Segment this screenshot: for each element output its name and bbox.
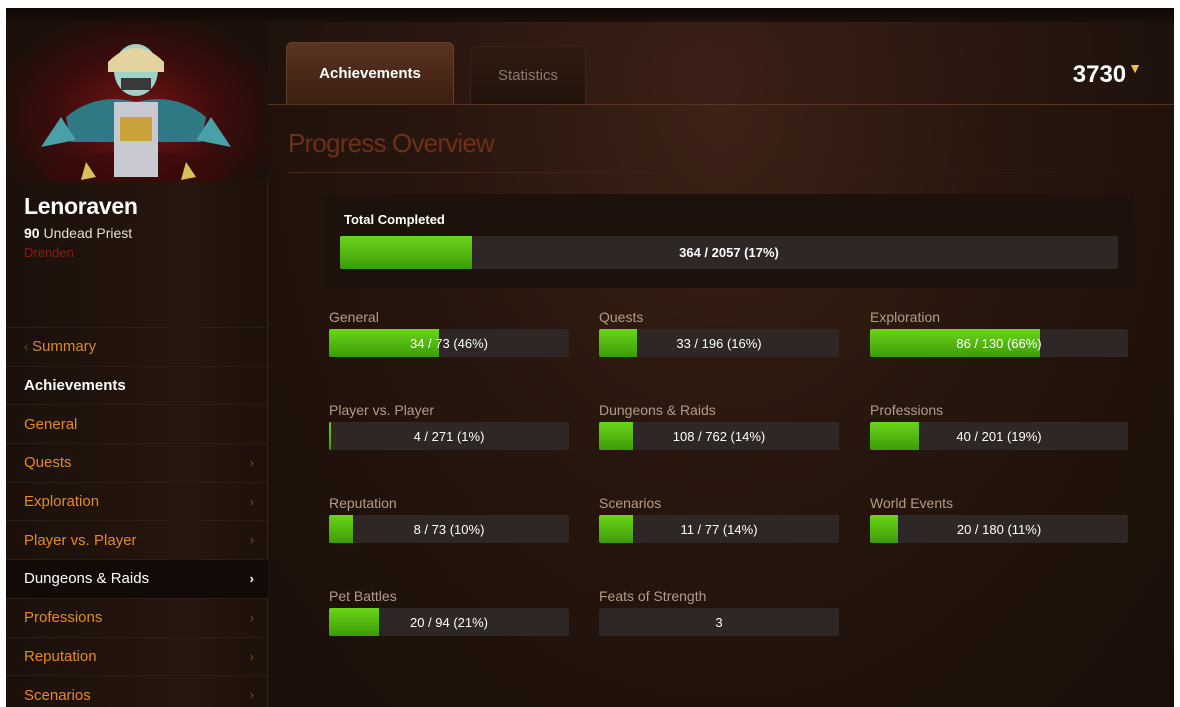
- category-label: Player vs. Player: [329, 402, 435, 418]
- sidebar: Lenoraven 90 Undead Priest Drenden ‹ Sum…: [6, 22, 268, 707]
- sidebar-item-label: Exploration: [24, 493, 100, 511]
- chevron-right-icon: ›: [249, 493, 254, 509]
- category-label: Scenarios: [599, 495, 662, 511]
- category-progress-bar: 4 / 271 (1%): [329, 422, 569, 450]
- sidebar-item-summary[interactable]: ‹ Summary: [6, 327, 268, 366]
- sidebar-item-dungeons-raids[interactable]: Dungeons & Raids ›: [6, 559, 268, 598]
- category-progress-bar: 34 / 73 (46%): [329, 329, 569, 357]
- progress-text: 33 / 196 (16%): [676, 335, 762, 351]
- character-portrait-icon: [41, 44, 231, 182]
- sidebar-item-player-vs-player[interactable]: Player vs. Player ›: [6, 520, 268, 559]
- category-label: Feats of Strength: [599, 588, 707, 604]
- sidebar-item-quests[interactable]: Quests ›: [6, 443, 268, 482]
- chevron-right-icon: ›: [249, 571, 254, 587]
- chevron-right-icon: ›: [249, 609, 254, 625]
- category-general[interactable]: General 34 / 73 (46%): [329, 309, 571, 369]
- sidebar-item-achievements[interactable]: Achievements: [6, 365, 268, 405]
- progress-text: 8 / 73 (10%): [413, 521, 485, 537]
- total-progress-bar[interactable]: 364 / 2057 (17%): [340, 236, 1118, 269]
- sidebar-item-exploration[interactable]: Exploration ›: [6, 481, 268, 521]
- category-progress-bar: 20 / 180 (11%): [870, 515, 1128, 543]
- chevron-right-icon: ›: [249, 648, 254, 664]
- category-progress-bar: 108 / 762 (14%): [599, 422, 839, 450]
- sidebar-item-label: Summary: [32, 338, 97, 356]
- top-strip: [6, 8, 1174, 22]
- character-level: 90: [24, 225, 40, 241]
- progress-text: 20 / 180 (11%): [956, 521, 1042, 537]
- sidebar-item-label: Achievements: [24, 377, 126, 395]
- category-reputation[interactable]: Reputation 8 / 73 (10%): [329, 495, 571, 555]
- progress-text: 34 / 73 (46%): [409, 335, 489, 351]
- total-completed-panel: Total Completed 364 / 2057 (17%): [324, 194, 1134, 288]
- sidebar-item-label: Reputation: [24, 647, 97, 665]
- character-name: Lenoraven: [24, 193, 138, 219]
- divider: [288, 172, 1118, 173]
- category-dungeons-raids[interactable]: Dungeons & Raids 108 / 762 (14%): [599, 402, 841, 462]
- sidebar-item-label: General: [24, 415, 78, 433]
- category-label: Exploration: [870, 309, 941, 325]
- category-progress-bar: 40 / 201 (19%): [870, 422, 1128, 450]
- category-exploration[interactable]: Exploration 86 / 130 (66%): [870, 309, 1128, 369]
- achievement-points: 3730 ▼: [1073, 60, 1142, 89]
- sidebar-item-professions[interactable]: Professions ›: [6, 597, 268, 637]
- category-label: World Events: [870, 495, 953, 511]
- shield-icon: ▼: [1128, 60, 1142, 76]
- category-label: Dungeons & Raids: [599, 402, 716, 418]
- category-progress-bar: 20 / 94 (21%): [329, 608, 569, 636]
- progress-text: 86 / 130 (66%): [956, 335, 1042, 351]
- category-label: Professions: [870, 402, 944, 418]
- sidebar-nav: ‹ Summary Achievements General Quests › …: [6, 327, 268, 707]
- category-quests[interactable]: Quests 33 / 196 (16%): [599, 309, 841, 369]
- sidebar-item-label: Dungeons & Raids: [24, 570, 150, 588]
- character-realm[interactable]: Drenden: [24, 245, 74, 260]
- progress-text: 4 / 271 (1%): [413, 428, 485, 444]
- progress-text: 20 / 94 (21%): [409, 614, 489, 630]
- chevron-right-icon: ›: [249, 532, 254, 548]
- tab-achievements[interactable]: Achievements: [286, 42, 454, 104]
- category-label: Pet Battles: [329, 588, 397, 604]
- chevron-right-icon: ›: [249, 455, 254, 471]
- chevron-right-icon: ›: [249, 687, 254, 703]
- category-label: Quests: [599, 309, 644, 325]
- category-progress-bar: 11 / 77 (14%): [599, 515, 839, 543]
- category-player-vs-player[interactable]: Player vs. Player 4 / 271 (1%): [329, 402, 571, 462]
- total-completed-label: Total Completed: [344, 212, 445, 227]
- sidebar-item-label: Quests: [24, 454, 72, 472]
- sidebar-item-scenarios[interactable]: Scenarios ›: [6, 675, 268, 707]
- category-progress-bar: 3: [599, 608, 839, 636]
- category-professions[interactable]: Professions 40 / 201 (19%): [870, 402, 1128, 462]
- category-pet-battles[interactable]: Pet Battles 20 / 94 (21%): [329, 588, 571, 648]
- section-title: Progress Overview: [288, 128, 495, 158]
- achievement-points-value: 3730: [1072, 61, 1127, 88]
- sidebar-item-label: Player vs. Player: [24, 531, 137, 549]
- category-world-events[interactable]: World Events 20 / 180 (11%): [870, 495, 1128, 555]
- progress-text: 3: [715, 614, 723, 630]
- category-scenarios[interactable]: Scenarios 11 / 77 (14%): [599, 495, 841, 555]
- category-progress-bar: 33 / 196 (16%): [599, 329, 839, 357]
- sidebar-item-general[interactable]: General: [6, 404, 268, 443]
- sidebar-item-label: Scenarios: [24, 686, 91, 704]
- character-race-class: Undead Priest: [43, 225, 133, 241]
- app-frame: Lenoraven 90 Undead Priest Drenden ‹ Sum…: [6, 8, 1174, 707]
- chevron-left-icon: ‹: [24, 339, 29, 354]
- progress-text: 40 / 201 (19%): [956, 428, 1042, 444]
- sidebar-item-label: Professions: [24, 609, 103, 627]
- progress-text: 364 / 2057 (17%): [679, 245, 779, 260]
- category-label: General: [329, 309, 379, 325]
- category-progress-bar: 8 / 73 (10%): [329, 515, 569, 543]
- category-label: Reputation: [329, 495, 397, 511]
- character-level-class: 90 Undead Priest: [24, 225, 132, 241]
- progress-text: 11 / 77 (14%): [680, 521, 758, 537]
- sidebar-item-reputation[interactable]: Reputation ›: [6, 636, 268, 676]
- category-progress-bar: 86 / 130 (66%): [870, 329, 1128, 357]
- category-feats-of-strength[interactable]: Feats of Strength 3: [599, 588, 841, 648]
- progress-text: 108 / 762 (14%): [672, 428, 766, 444]
- character-avatar[interactable]: [6, 22, 268, 182]
- tab-statistics[interactable]: Statistics: [470, 46, 586, 104]
